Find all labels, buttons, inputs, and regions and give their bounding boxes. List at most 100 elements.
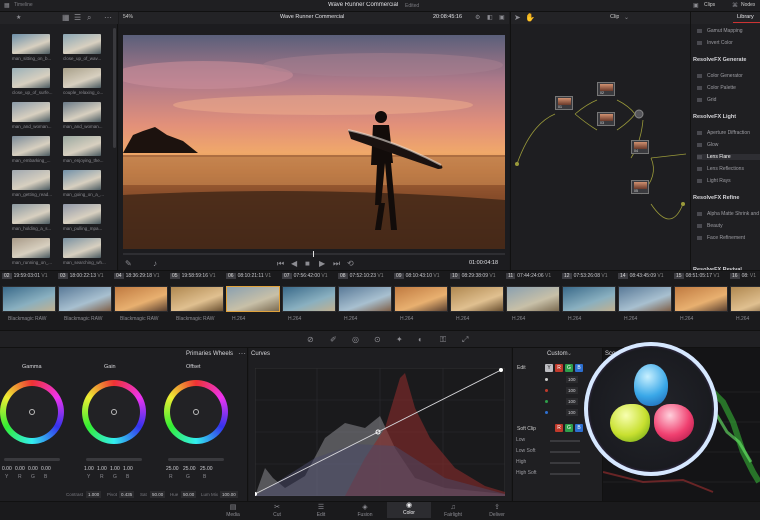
library-effect-item[interactable]: Light Rays: [697, 178, 731, 184]
library-tab[interactable]: Library: [737, 14, 754, 20]
page-tab[interactable]: ♫ Fairlight: [431, 504, 475, 518]
grid-view-icon[interactable]: ▦: [62, 13, 70, 23]
window-icon[interactable]: ◎: [352, 335, 359, 345]
clips-label[interactable]: Clips: [704, 2, 715, 8]
video-frame[interactable]: [123, 35, 505, 249]
hue-field[interactable]: 50.00: [181, 491, 197, 498]
star-icon[interactable]: ★: [16, 13, 21, 23]
nodes-label[interactable]: Nodes: [741, 2, 755, 8]
timeline-clip[interactable]: [506, 286, 560, 312]
library-effect-item[interactable]: Color Generator: [697, 73, 743, 79]
stop-icon[interactable]: ■: [305, 259, 310, 269]
options-icon[interactable]: ⋯: [104, 13, 112, 23]
media-thumbnail[interactable]: [63, 102, 101, 122]
timeline-clip[interactable]: [282, 286, 336, 312]
playhead[interactable]: [313, 251, 314, 257]
channel-chip[interactable]: B: [575, 364, 583, 372]
custom-chevron-icon[interactable]: ⌄: [567, 349, 572, 359]
node-01[interactable]: 01: [555, 96, 573, 110]
timeline-clip[interactable]: [114, 286, 168, 312]
soft-clip-slider[interactable]: [550, 473, 580, 475]
library-effect-item[interactable]: Face Refinement: [697, 235, 745, 241]
soft-clip-slider[interactable]: [550, 440, 580, 442]
color-wheel[interactable]: [82, 380, 146, 444]
search-icon[interactable]: ⌕: [87, 13, 91, 23]
curves-graph[interactable]: [255, 368, 505, 496]
soft-clip-channel-chip[interactable]: B: [575, 424, 583, 432]
zoom-level[interactable]: 54%: [123, 14, 133, 20]
wheel-puck[interactable]: [29, 409, 35, 415]
library-effect-item[interactable]: Grid: [697, 97, 716, 103]
viewer-mode-icon[interactable]: ▣: [499, 13, 505, 23]
soft-clip-slider[interactable]: [550, 462, 580, 464]
library-effect-item[interactable]: Gamut Mapping: [697, 28, 743, 34]
wheel-value[interactable]: 0.00: [15, 466, 25, 472]
skip-end-icon[interactable]: ⏭: [333, 259, 340, 269]
page-tab[interactable]: ◉ Color: [387, 502, 431, 518]
page-tab[interactable]: ☰ Edit: [299, 504, 343, 518]
nodes-icon[interactable]: ⌘: [732, 1, 738, 11]
wheel-value[interactable]: 25.00: [183, 466, 196, 472]
timeline-clip[interactable]: [2, 286, 56, 312]
edit-intensity-field[interactable]: 100: [566, 398, 578, 405]
custom-mode[interactable]: Custom: [547, 351, 568, 357]
wheel-puck[interactable]: [193, 409, 199, 415]
node-02[interactable]: 02: [597, 82, 615, 96]
library-effect-item[interactable]: Invert Color: [697, 40, 733, 46]
timeline-clip[interactable]: [394, 286, 448, 312]
media-thumbnail[interactable]: [12, 68, 50, 88]
wheel-value[interactable]: 1.00: [97, 466, 107, 472]
media-thumbnail[interactable]: [12, 102, 50, 122]
timeline-clip[interactable]: [618, 286, 672, 312]
timeline-clip[interactable]: [730, 286, 760, 312]
timeline-clip[interactable]: [338, 286, 392, 312]
timeline-clip[interactable]: [674, 286, 728, 312]
clips-icon[interactable]: ▣: [693, 1, 699, 11]
media-thumbnail[interactable]: [12, 238, 50, 258]
media-thumbnail[interactable]: [12, 204, 50, 224]
viewer-options-icon[interactable]: ⚙: [475, 13, 480, 23]
timeline-clip[interactable]: [170, 286, 224, 312]
wheel-puck[interactable]: [111, 409, 117, 415]
node-04[interactable]: 04: [631, 140, 649, 154]
media-pool-scrollbar[interactable]: [113, 28, 116, 148]
page-tab[interactable]: ▤ Media: [211, 504, 255, 518]
media-thumbnail[interactable]: [63, 204, 101, 224]
timeline-label[interactable]: Timeline: [14, 2, 33, 8]
pivot-field[interactable]: 0.435: [119, 491, 135, 498]
wheel-value[interactable]: 1.00: [84, 466, 94, 472]
soft-clip-slider[interactable]: [550, 451, 580, 453]
tracker-icon[interactable]: ⊙: [374, 335, 381, 345]
channel-chip[interactable]: G: [565, 364, 573, 372]
contrast-field[interactable]: 1.000: [86, 491, 102, 498]
node-graph[interactable]: [511, 24, 691, 270]
sizing-icon[interactable]: ⤢: [462, 335, 468, 345]
clip-mode[interactable]: Clip: [610, 14, 619, 20]
magic-mask-icon[interactable]: ✦: [396, 335, 403, 345]
page-tab[interactable]: ⇪ Deliver: [475, 504, 519, 518]
wheel-value[interactable]: 0.00: [41, 466, 51, 472]
node-03[interactable]: 03: [597, 112, 615, 126]
pen-icon[interactable]: ✎: [125, 259, 132, 269]
wheel-master-slider[interactable]: [86, 458, 142, 461]
library-section-heading[interactable]: ResolveFX Generate: [693, 57, 747, 63]
wheel-value[interactable]: 0.00: [28, 466, 38, 472]
library-effect-item[interactable]: Color Palette: [697, 85, 736, 91]
lum-mix-field[interactable]: 100.00: [220, 491, 238, 498]
camera-raw-icon[interactable]: ⊘: [307, 335, 314, 345]
hand-icon[interactable]: ✋: [525, 13, 535, 23]
page-tab[interactable]: ✂ Cut: [255, 504, 299, 518]
sat-field[interactable]: 50.00: [150, 491, 166, 498]
play-icon[interactable]: ▶: [319, 259, 325, 269]
library-section-heading[interactable]: ResolveFX Light: [693, 114, 736, 120]
skip-start-icon[interactable]: ⏮: [277, 259, 284, 269]
color-wheel[interactable]: [164, 380, 228, 444]
library-section-heading[interactable]: ResolveFX Refine: [693, 195, 739, 201]
wheel-master-slider[interactable]: [168, 458, 224, 461]
wheel-value[interactable]: 1.00: [110, 466, 120, 472]
wheel-value[interactable]: 0.00: [2, 466, 12, 472]
color-wheel[interactable]: [0, 380, 64, 444]
edit-intensity-field[interactable]: 100: [566, 376, 578, 383]
media-thumbnail[interactable]: [12, 34, 50, 54]
pointer-icon[interactable]: ➤: [514, 13, 521, 23]
